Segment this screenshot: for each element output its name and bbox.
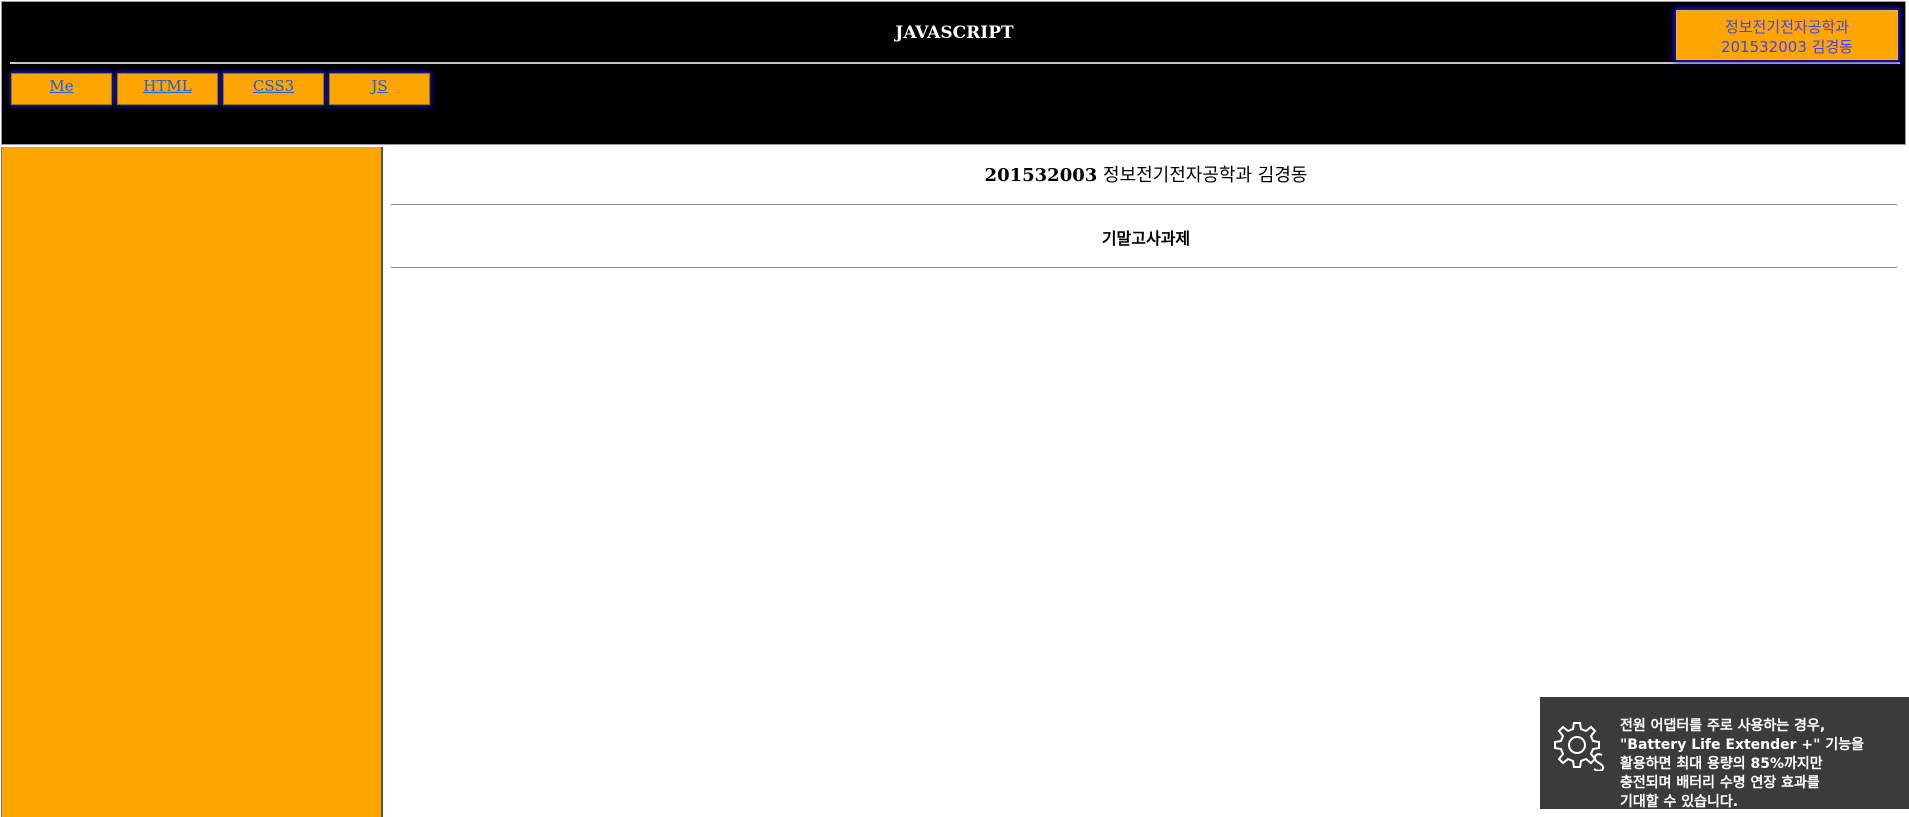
battery-settings-gear-icon <box>1554 722 1605 771</box>
nav-button-html[interactable]: HTML <box>117 73 218 105</box>
author-badge: 정보전기전자공학과 201532003 김경동 <box>1676 10 1898 60</box>
title-divider <box>391 204 1897 205</box>
nav-link-js[interactable]: JS <box>371 77 387 95</box>
student-department-name: 정보전기전자공학과 김경동 <box>1097 165 1308 186</box>
subtitle-divider <box>391 267 1897 268</box>
nav-button-css3[interactable]: CSS3 <box>223 73 324 105</box>
sidebar <box>1 147 383 817</box>
page-subtitle: 기말고사과제 <box>1101 229 1191 248</box>
nav-button-js[interactable]: JS <box>329 73 430 105</box>
nav-link-html[interactable]: HTML <box>143 77 191 95</box>
nav-link-css3[interactable]: CSS3 <box>253 77 294 95</box>
nav-link-me[interactable]: Me <box>49 77 73 95</box>
site-title: JAVASCRIPT <box>895 23 1014 43</box>
header-divider <box>10 62 1900 64</box>
nav-button-me[interactable]: Me <box>11 73 112 105</box>
toast-message: 전원 어댑터를 주로 사용하는 경우, "Battery Life Extend… <box>1620 718 1864 810</box>
page-header: JAVASCRIPT 정보전기전자공학과 201532003 김경동 Me HT… <box>1 1 1906 145</box>
author-id-name: 201532003 김경동 <box>1720 38 1854 56</box>
page-title: 201532003 정보전기전자공학과 김경동 <box>383 161 1909 187</box>
notification-toast[interactable]: 전원 어댑터를 주로 사용하는 경우, "Battery Life Extend… <box>1540 697 1909 810</box>
author-department: 정보전기전자공학과 <box>1724 18 1850 36</box>
student-id: 201532003 <box>984 165 1098 186</box>
